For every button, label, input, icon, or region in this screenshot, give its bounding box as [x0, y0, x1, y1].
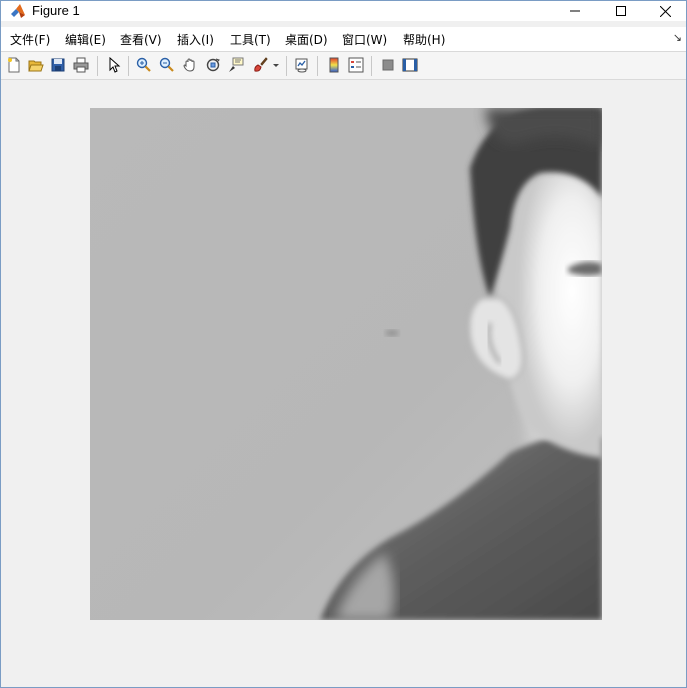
- edit-plot-button[interactable]: [105, 56, 123, 74]
- dock-arrow-icon[interactable]: ↘: [673, 31, 682, 44]
- close-button[interactable]: [642, 1, 687, 21]
- zoom-in-button[interactable]: [135, 56, 153, 74]
- link-plot-icon: [295, 58, 308, 73]
- brush-button[interactable]: [251, 56, 269, 74]
- menu-view[interactable]: 查看(V): [120, 31, 162, 48]
- menu-window[interactable]: 窗口(W): [342, 31, 387, 48]
- grayscale-portrait-image: [90, 108, 602, 620]
- menu-help[interactable]: 帮助(H): [403, 31, 445, 48]
- save-icon: [51, 58, 65, 72]
- menu-bar: 文件(F) 编辑(E) 查看(V) 插入(I) 工具(T) 桌面(D) 窗口(W…: [1, 27, 686, 52]
- legend-button[interactable]: [347, 56, 365, 74]
- pan-icon: [183, 58, 195, 72]
- title-bar[interactable]: Figure 1: [1, 1, 686, 21]
- rotate-3d-button[interactable]: [204, 56, 222, 74]
- hide-plot-tools-button[interactable]: [379, 56, 397, 74]
- pan-button[interactable]: [181, 56, 199, 74]
- toolbar-separator: [97, 56, 98, 76]
- link-plot-button[interactable]: [293, 56, 311, 74]
- open-file-icon: [28, 60, 44, 72]
- colorbar-button[interactable]: [325, 56, 343, 74]
- toolbar-separator: [371, 56, 372, 76]
- image-axes[interactable]: [90, 108, 602, 620]
- colorbar-icon: [329, 57, 339, 73]
- legend-icon: [348, 57, 364, 73]
- minimize-button[interactable]: [552, 1, 598, 21]
- toolbar-separator: [286, 56, 287, 76]
- rotate-3d-icon: [206, 58, 220, 72]
- figure-window: Figure 1 文件(F) 编辑(E) 查看(V) 插入(I) 工具(T) 桌…: [0, 0, 687, 688]
- toolbar-separator: [317, 56, 318, 76]
- open-file-button[interactable]: [27, 56, 45, 74]
- window-title: Figure 1: [32, 3, 80, 18]
- figure-toolbar: [1, 52, 686, 80]
- new-figure-icon: [8, 57, 20, 73]
- menu-file[interactable]: 文件(F): [10, 31, 50, 48]
- data-cursor-button[interactable]: [227, 56, 245, 74]
- show-plot-tools-icon: [402, 58, 418, 72]
- new-figure-button[interactable]: [5, 56, 23, 74]
- hide-plot-tools-icon: [382, 59, 394, 71]
- data-cursor-icon: [229, 57, 244, 72]
- minimize-icon: [570, 10, 580, 12]
- print-icon: [73, 57, 89, 73]
- brush-dropdown[interactable]: [271, 56, 281, 74]
- matlab-logo-icon: [10, 3, 26, 19]
- zoom-out-icon: [159, 57, 174, 72]
- close-icon: [659, 5, 671, 17]
- menu-insert[interactable]: 插入(I): [177, 31, 214, 48]
- menu-tools[interactable]: 工具(T): [230, 31, 271, 48]
- maximize-icon: [616, 6, 626, 16]
- menu-edit[interactable]: 编辑(E): [65, 31, 106, 48]
- zoom-in-icon: [136, 57, 151, 72]
- show-plot-tools-button[interactable]: [401, 56, 419, 74]
- zoom-out-button[interactable]: [158, 56, 176, 74]
- menu-desktop[interactable]: 桌面(D): [285, 31, 328, 48]
- edit-plot-arrow-icon: [109, 57, 121, 73]
- maximize-button[interactable]: [598, 1, 644, 21]
- print-button[interactable]: [72, 56, 90, 74]
- toolbar-separator: [128, 56, 129, 76]
- save-button[interactable]: [49, 56, 67, 74]
- chevron-down-icon: [273, 64, 279, 67]
- brush-icon: [254, 57, 268, 72]
